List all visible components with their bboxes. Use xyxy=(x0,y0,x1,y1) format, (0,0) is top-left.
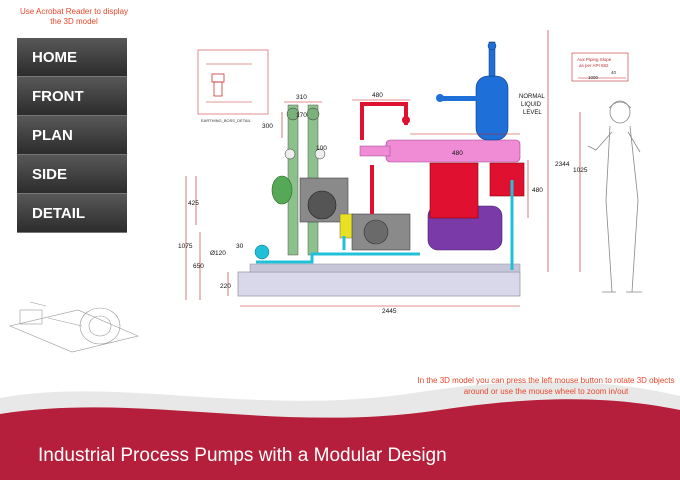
skid-thumbnail xyxy=(9,301,139,353)
svg-text:650: 650 xyxy=(193,263,204,270)
svg-text:1025: 1025 xyxy=(573,167,588,174)
cyan-suction-pipe xyxy=(256,252,420,264)
banner-title: Industrial Process Pumps with a Modular … xyxy=(38,445,447,466)
svg-text:300: 300 xyxy=(262,123,273,130)
svg-text:170: 170 xyxy=(296,112,307,119)
svg-text:480: 480 xyxy=(372,92,383,99)
svg-text:2344: 2344 xyxy=(555,161,570,168)
pump-casing xyxy=(307,190,337,220)
aux-piping-note: Aux Piping Slope as per API 682 40 1000 xyxy=(571,52,629,82)
svg-text:310: 310 xyxy=(296,94,307,101)
earthing-boss-label: EARTHING_BOSS_DETAIL xyxy=(201,118,252,123)
svg-text:220: 220 xyxy=(220,283,231,290)
skid-frame xyxy=(249,263,521,273)
pump-skid-3d-model[interactable]: EARTHING_BOSS_DETAIL 310 170 480 300 100… xyxy=(0,0,680,370)
svg-text:LEVEL: LEVEL xyxy=(523,110,542,116)
svg-text:40: 40 xyxy=(611,70,617,75)
red-cooler-right xyxy=(489,162,525,197)
earthing-boss-detail: EARTHING_BOSS_DETAIL xyxy=(197,49,269,123)
svg-text:480: 480 xyxy=(452,150,463,157)
svg-text:Ø120: Ø120 xyxy=(210,250,226,257)
svg-text:NORMAL: NORMAL xyxy=(519,94,545,100)
svg-text:as per API 682: as per API 682 xyxy=(579,63,609,68)
rotate-zoom-hint: In the 3D model you can press the left m… xyxy=(417,376,675,396)
svg-text:1000: 1000 xyxy=(588,75,599,80)
svg-text:100: 100 xyxy=(316,145,327,152)
normal-liquid-level-label: NORMAL LIQUID LEVEL xyxy=(519,94,545,116)
skid-base xyxy=(237,271,521,297)
red-return-pipe xyxy=(360,102,408,140)
cyan-inlet-valve xyxy=(254,244,270,260)
svg-text:Aux Piping Slope: Aux Piping Slope xyxy=(577,57,612,62)
svg-text:LIQUID: LIQUID xyxy=(521,102,542,108)
red-cooler-left xyxy=(429,162,479,219)
svg-text:480: 480 xyxy=(532,187,543,194)
green-valve xyxy=(271,175,293,205)
svg-text:2445: 2445 xyxy=(382,308,397,315)
worker-scale-figure xyxy=(587,100,642,293)
blue-separator-vessel xyxy=(475,75,509,141)
svg-text:30: 30 xyxy=(236,243,244,250)
svg-text:425: 425 xyxy=(188,200,199,207)
svg-text:1075: 1075 xyxy=(178,243,193,250)
